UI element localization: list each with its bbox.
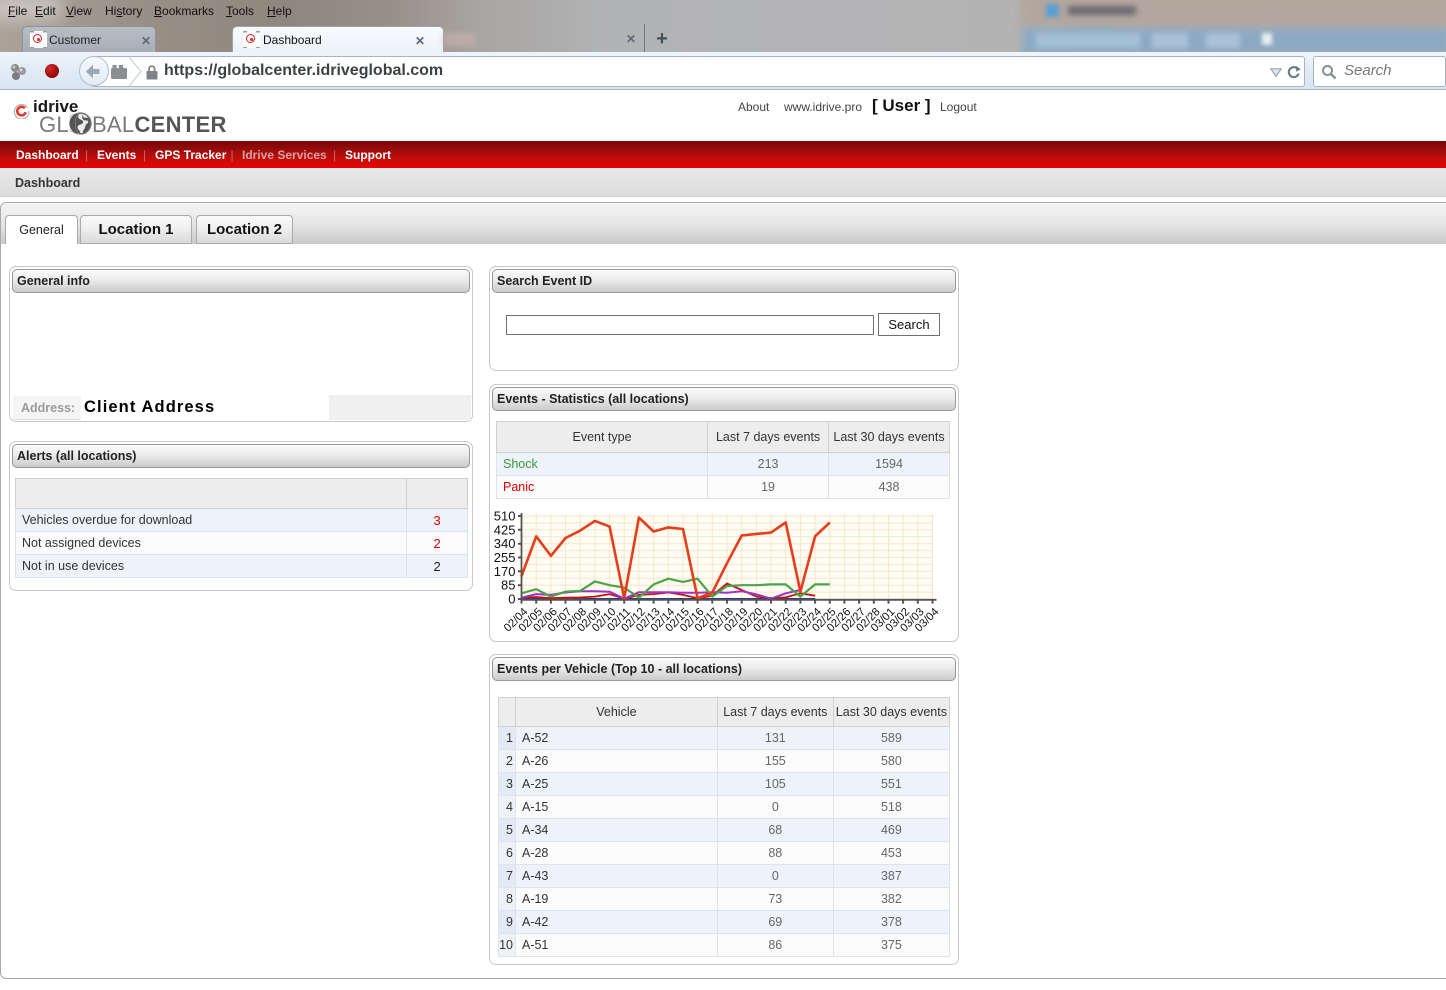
svg-text:425: 425	[494, 522, 516, 537]
svg-text:255: 255	[494, 550, 516, 565]
svg-text:510: 510	[494, 510, 516, 524]
svg-text:340: 340	[494, 536, 516, 551]
svg-text:85: 85	[501, 578, 515, 593]
svg-text:170: 170	[494, 564, 516, 579]
svg-text:0: 0	[508, 592, 515, 607]
